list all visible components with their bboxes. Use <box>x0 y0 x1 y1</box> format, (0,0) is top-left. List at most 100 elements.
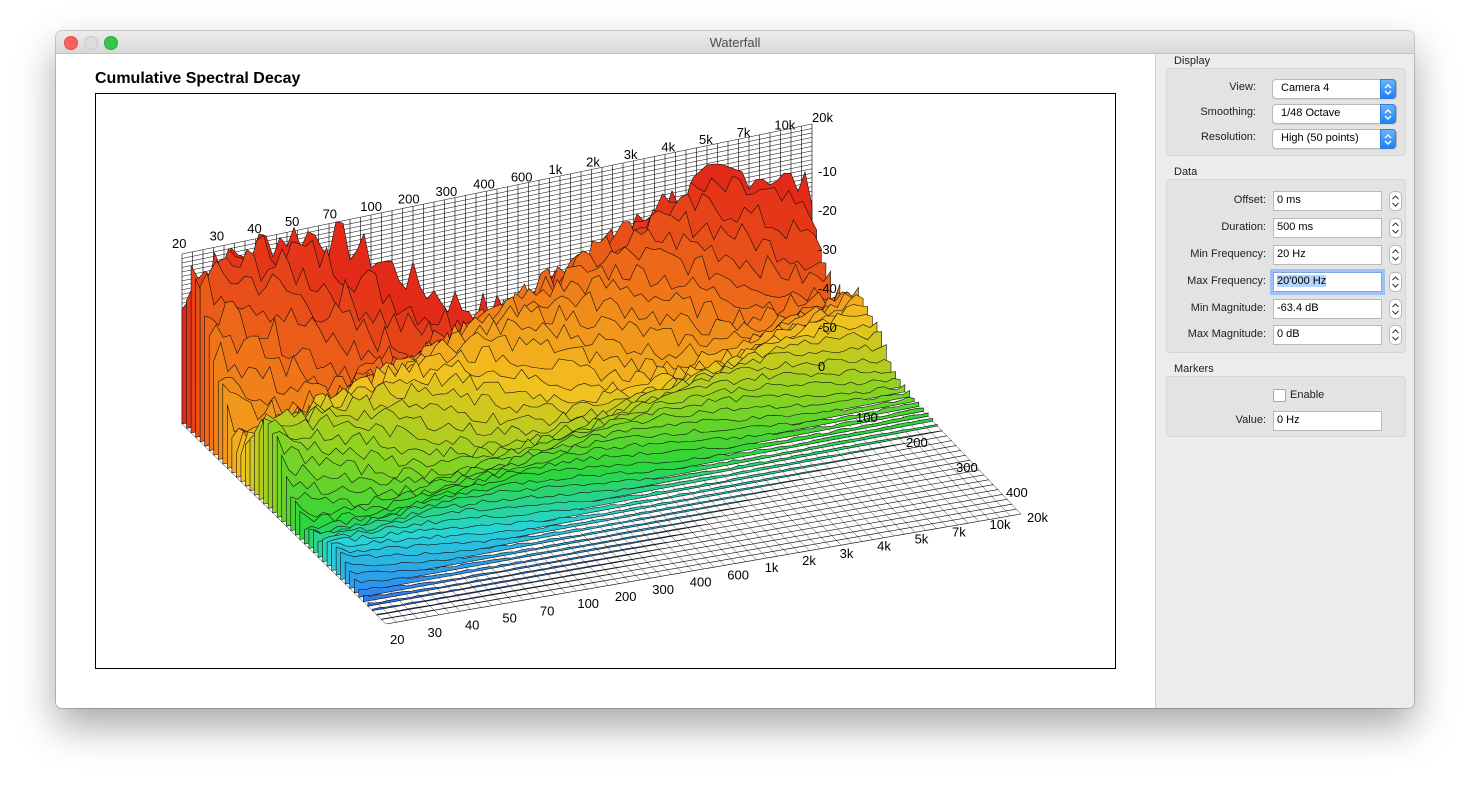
front-frequency-tick: 100 <box>577 596 599 611</box>
plot-frame: 20 30 40 50 70 100 200 300 400 600 1k 2k 3k 4k 5k 7k 10k… <box>95 93 1116 669</box>
waterfall-plot: 20 30 40 50 70 100 200 300 400 600 1k 2k 3k 4k 5k 7k 10k… <box>172 110 1048 647</box>
data-group: Offset: 0 ms Duration: 500 ms Min Freque… <box>1166 179 1406 353</box>
display-group: View: Camera 4 Smoothing: 1/48 Octave Re… <box>1166 68 1406 156</box>
front-frequency-tick: 70 <box>540 603 554 618</box>
front-frequency-tick: 30 <box>427 625 441 640</box>
front-frequency-tick: 400 <box>690 575 712 590</box>
back-frequency-tick: 7k <box>737 125 751 140</box>
chart-area: Cumulative Spectral Decay 20 30 40 50 70 100 2… <box>56 54 1155 708</box>
min-frequency-field[interactable]: 20 Hz <box>1273 245 1382 265</box>
offset-value: 0 ms <box>1277 194 1301 206</box>
chevron-updown-icon <box>1380 104 1396 124</box>
min-magnitude-field[interactable]: -63.4 dB <box>1273 299 1382 319</box>
waterfall-window: Waterfall Cumulative Spectral Decay 20 30… <box>56 31 1414 708</box>
front-frequency-tick: 20k <box>1027 510 1048 525</box>
time-tick: 200 <box>906 435 928 450</box>
back-frequency-tick: 20 <box>172 236 186 251</box>
data-section-title: Data <box>1174 166 1198 178</box>
time-tick: 300 <box>956 460 978 475</box>
smoothing-popup[interactable]: 1/48 Octave <box>1272 104 1397 124</box>
back-frequency-tick: 1k <box>548 162 562 177</box>
max-magnitude-value: 0 dB <box>1277 328 1300 340</box>
offset-label: Offset: <box>1233 194 1266 206</box>
front-frequency-tick: 50 <box>502 610 516 625</box>
window-title: Waterfall <box>709 35 761 50</box>
front-frequency-tick: 40 <box>465 618 479 633</box>
resolution-label: Resolution: <box>1200 131 1256 143</box>
smoothing-label: Smoothing: <box>1200 106 1256 118</box>
min-magnitude-stepper[interactable] <box>1389 299 1402 319</box>
offset-stepper[interactable] <box>1389 191 1402 211</box>
magnitude-tick: -10 <box>818 164 837 179</box>
duration-stepper[interactable] <box>1389 218 1402 238</box>
marker-value-label: Value: <box>1235 414 1266 426</box>
marker-value-field[interactable]: 0 Hz <box>1273 411 1382 431</box>
chevron-updown-icon <box>1380 129 1396 149</box>
smoothing-value: 1/48 Octave <box>1281 107 1341 119</box>
magnitude-tick: 0 <box>818 359 825 374</box>
front-frequency-tick: 20 <box>390 632 404 647</box>
chart-title: Cumulative Spectral Decay <box>95 70 301 87</box>
front-frequency-tick: 600 <box>727 567 749 582</box>
view-value: Camera 4 <box>1281 82 1330 94</box>
max-frequency-value: 20'000 Hz <box>1277 275 1327 287</box>
back-frequency-tick: 20k <box>812 110 833 125</box>
magnitude-tick: -30 <box>818 242 837 257</box>
back-frequency-tick: 70 <box>323 206 337 221</box>
back-frequency-tick: 100 <box>360 199 382 214</box>
min-frequency-label: Min Frequency: <box>1190 248 1266 260</box>
duration-label: Duration: <box>1221 221 1266 233</box>
display-section-title: Display <box>1174 55 1211 67</box>
min-frequency-value: 20 Hz <box>1277 248 1306 260</box>
resolution-value: High (50 points) <box>1281 132 1359 144</box>
max-magnitude-field[interactable]: 0 dB <box>1273 325 1382 345</box>
title-bar[interactable]: Waterfall <box>56 31 1414 54</box>
back-frequency-tick: 10k <box>774 117 795 132</box>
min-magnitude-value: -63.4 dB <box>1277 302 1319 314</box>
offset-field[interactable]: 0 ms <box>1273 191 1382 211</box>
marker-value: 0 Hz <box>1277 414 1300 426</box>
duration-value: 500 ms <box>1277 221 1314 233</box>
time-tick: 400 <box>1006 485 1028 500</box>
front-frequency-tick: 300 <box>652 582 674 597</box>
front-frequency-tick: 200 <box>615 589 637 604</box>
min-frequency-stepper[interactable] <box>1389 245 1402 265</box>
markers-group: Enable Value: 0 Hz <box>1166 376 1406 437</box>
enable-markers-checkbox[interactable] <box>1273 389 1286 402</box>
settings-sidebar: Display View: Camera 4 Smoothing: 1/48 O… <box>1155 54 1414 708</box>
duration-field[interactable]: 500 ms <box>1273 218 1382 238</box>
view-label: View: <box>1229 81 1256 93</box>
view-popup[interactable]: Camera 4 <box>1272 79 1397 99</box>
max-magnitude-label: Max Magnitude: <box>1187 328 1266 340</box>
back-frequency-tick: 400 <box>473 177 495 192</box>
markers-section-title: Markers <box>1174 363 1214 375</box>
max-frequency-label: Max Frequency: <box>1187 275 1266 287</box>
back-frequency-tick: 30 <box>210 229 224 244</box>
front-frequency-tick: 1k <box>765 560 779 575</box>
front-frequency-tick: 5k <box>915 532 929 547</box>
back-frequency-tick: 50 <box>285 214 299 229</box>
chevron-updown-icon <box>1380 79 1396 99</box>
back-frequency-tick: 300 <box>436 184 458 199</box>
time-tick: 100 <box>856 410 878 425</box>
front-frequency-tick: 7k <box>952 524 966 539</box>
back-frequency-tick: 3k <box>624 147 638 162</box>
back-frequency-tick: 4k <box>661 140 675 155</box>
resolution-popup[interactable]: High (50 points) <box>1272 129 1397 149</box>
magnitude-tick: -20 <box>818 203 837 218</box>
max-frequency-stepper[interactable] <box>1389 272 1402 292</box>
back-frequency-tick: 2k <box>586 154 600 169</box>
back-frequency-tick: 200 <box>398 192 420 207</box>
magnitude-tick: -40 <box>818 281 837 296</box>
enable-markers-label: Enable <box>1290 389 1325 401</box>
max-frequency-field[interactable]: 20'000 Hz <box>1273 272 1382 292</box>
front-frequency-tick: 4k <box>877 539 891 554</box>
front-frequency-tick: 3k <box>840 546 854 561</box>
max-magnitude-stepper[interactable] <box>1389 325 1402 345</box>
min-magnitude-label: Min Magnitude: <box>1190 302 1266 314</box>
back-frequency-tick: 600 <box>511 169 533 184</box>
front-frequency-tick: 10k <box>990 517 1011 532</box>
magnitude-tick: -50 <box>818 320 837 335</box>
back-frequency-tick: 40 <box>247 221 261 236</box>
back-frequency-tick: 5k <box>699 132 713 147</box>
